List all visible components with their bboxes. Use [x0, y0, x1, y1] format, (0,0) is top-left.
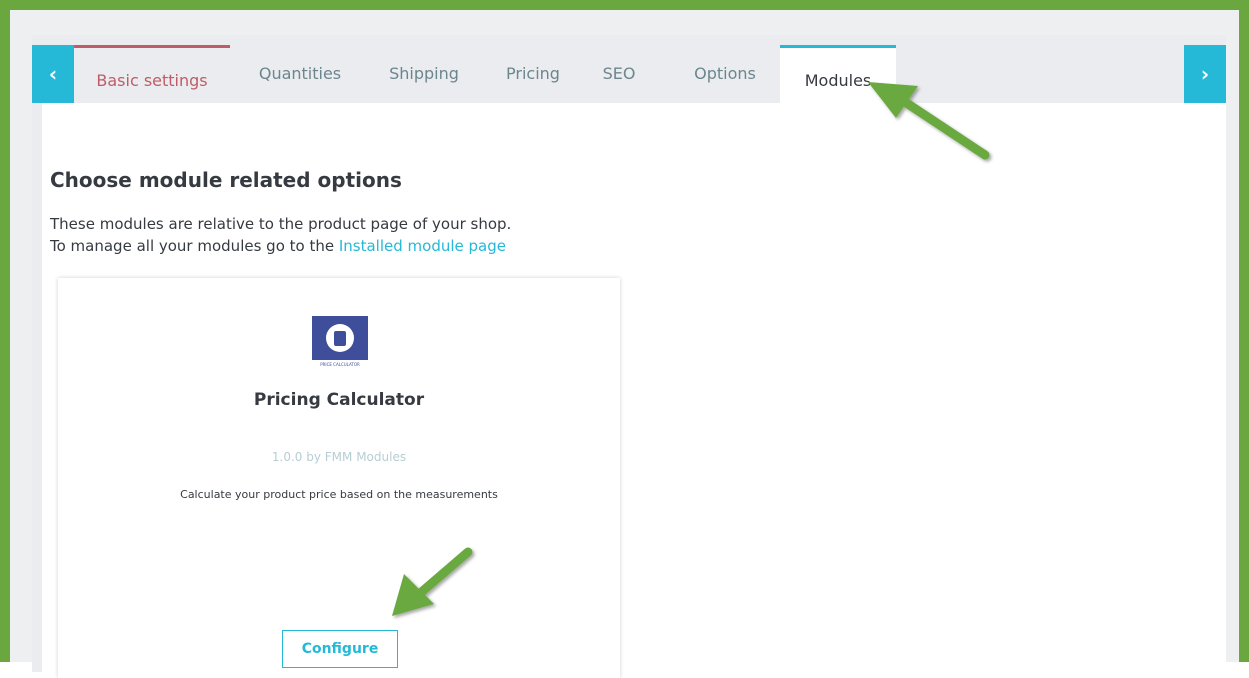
chevron-right-icon: › — [1200, 62, 1210, 86]
logo-caption: PRICE CALCULATOR — [312, 360, 368, 370]
tab-seo[interactable]: SEO — [594, 45, 644, 103]
module-description: Calculate your product price based on th… — [180, 488, 498, 501]
configure-button[interactable]: Configure — [282, 630, 398, 668]
module-card: PRICE CALCULATOR Pricing Calculator 1.0.… — [58, 278, 620, 678]
tab-scroll-right-button[interactable]: › — [1184, 45, 1226, 103]
modules-tab-content: Choose module related options These modu… — [42, 103, 1226, 678]
calculator-icon — [326, 324, 354, 352]
tab-scroll-left-button[interactable]: ‹ — [32, 45, 74, 103]
description-line-1: These modules are relative to the produc… — [50, 215, 512, 233]
module-version: 1.0.0 by FMM Modules — [271, 450, 407, 464]
product-panel: ‹ Basic settings Quantities Shipping Pri… — [32, 35, 1226, 678]
product-tabs: Basic settings Quantities Shipping Prici… — [74, 45, 1184, 103]
description-line-2: To manage all your modules go to the Ins… — [50, 235, 511, 257]
tab-shipping[interactable]: Shipping — [374, 45, 474, 103]
tab-options[interactable]: Options — [680, 45, 770, 103]
module-title: Pricing Calculator — [253, 390, 425, 410]
tab-basic-settings[interactable]: Basic settings — [74, 45, 230, 103]
tab-quantities[interactable]: Quantities — [250, 45, 350, 103]
section-heading: Choose module related options — [50, 168, 402, 192]
section-description: These modules are relative to the produc… — [50, 213, 511, 257]
tab-pricing[interactable]: Pricing — [498, 45, 568, 103]
screenshot-frame: ‹ Basic settings Quantities Shipping Pri… — [0, 0, 1249, 678]
tab-modules[interactable]: Modules — [780, 45, 896, 103]
description-line-2-text: To manage all your modules go to the — [50, 237, 335, 255]
module-logo: PRICE CALCULATOR — [312, 316, 368, 370]
installed-module-page-link[interactable]: Installed module page — [339, 237, 506, 255]
chevron-left-icon: ‹ — [48, 62, 58, 86]
